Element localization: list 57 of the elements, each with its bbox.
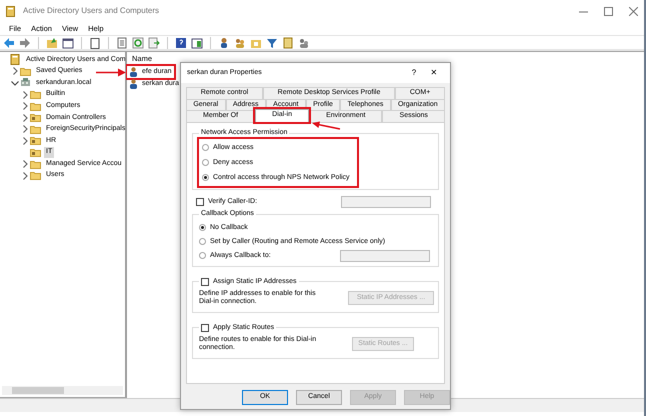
- back-icon[interactable]: [3, 36, 15, 48]
- radio-button[interactable]: [202, 144, 209, 152]
- close-button[interactable]: ✕: [424, 67, 444, 79]
- pointer-arrow: [96, 68, 126, 77]
- group-icon[interactable]: [234, 36, 246, 48]
- radio-button[interactable]: [199, 252, 206, 260]
- clipboard-icon[interactable]: [89, 36, 101, 48]
- maximize-icon[interactable]: [604, 6, 613, 16]
- help-button[interactable]: ?: [404, 67, 424, 79]
- refresh-icon[interactable]: [132, 36, 144, 48]
- folder-icon[interactable]: [46, 36, 58, 48]
- document-icon[interactable]: [116, 36, 128, 48]
- expand-icon[interactable]: [22, 172, 28, 180]
- horizontal-scrollbar[interactable]: [2, 386, 123, 395]
- forward-icon[interactable]: [19, 36, 31, 48]
- window-title: Active Directory Users and Computers: [23, 5, 160, 17]
- folder-icon: [30, 89, 41, 100]
- panel-icon[interactable]: [62, 36, 74, 48]
- group-icon[interactable]: [298, 36, 310, 48]
- user-icon[interactable]: [218, 36, 230, 48]
- help-icon[interactable]: [175, 36, 187, 48]
- folder-icon: [30, 112, 41, 124]
- user-icon: [129, 79, 138, 89]
- filter-icon[interactable]: [266, 36, 278, 48]
- folder-icon: [30, 135, 41, 146]
- expand-icon[interactable]: [12, 67, 18, 76]
- app-icon: [6, 6, 15, 16]
- folder-icon: [30, 100, 41, 112]
- expand-icon[interactable]: [22, 125, 28, 134]
- expand-icon[interactable]: [22, 102, 28, 110]
- console-icon: [10, 54, 21, 66]
- checkbox[interactable]: [201, 324, 209, 332]
- radio-button[interactable]: [202, 159, 209, 166]
- collapse-icon[interactable]: [11, 80, 19, 86]
- folder-icon: [30, 158, 41, 170]
- expand-icon[interactable]: [22, 90, 28, 99]
- expand-icon[interactable]: [22, 136, 28, 145]
- user-icon: [129, 67, 138, 77]
- pointer-arrow: [312, 121, 340, 131]
- panel-icon[interactable]: [191, 36, 203, 48]
- domain-icon: [20, 77, 31, 88]
- radio-button[interactable]: [199, 238, 206, 246]
- folder-icon: [20, 66, 31, 77]
- caller-id-field[interactable]: [341, 196, 431, 208]
- folder-icon: [30, 170, 41, 182]
- callback-number-field[interactable]: [340, 250, 430, 262]
- radio-button[interactable]: [199, 224, 206, 232]
- radio-button[interactable]: [202, 174, 209, 182]
- folder-icon: [30, 147, 41, 158]
- export-icon[interactable]: [148, 36, 160, 48]
- expand-icon[interactable]: [22, 160, 28, 168]
- checkbox[interactable]: [196, 198, 204, 206]
- document-icon[interactable]: [282, 36, 294, 48]
- checkbox[interactable]: [201, 278, 209, 286]
- close-icon[interactable]: [629, 6, 638, 16]
- folder-icon: [30, 124, 41, 135]
- expand-icon[interactable]: [22, 114, 28, 122]
